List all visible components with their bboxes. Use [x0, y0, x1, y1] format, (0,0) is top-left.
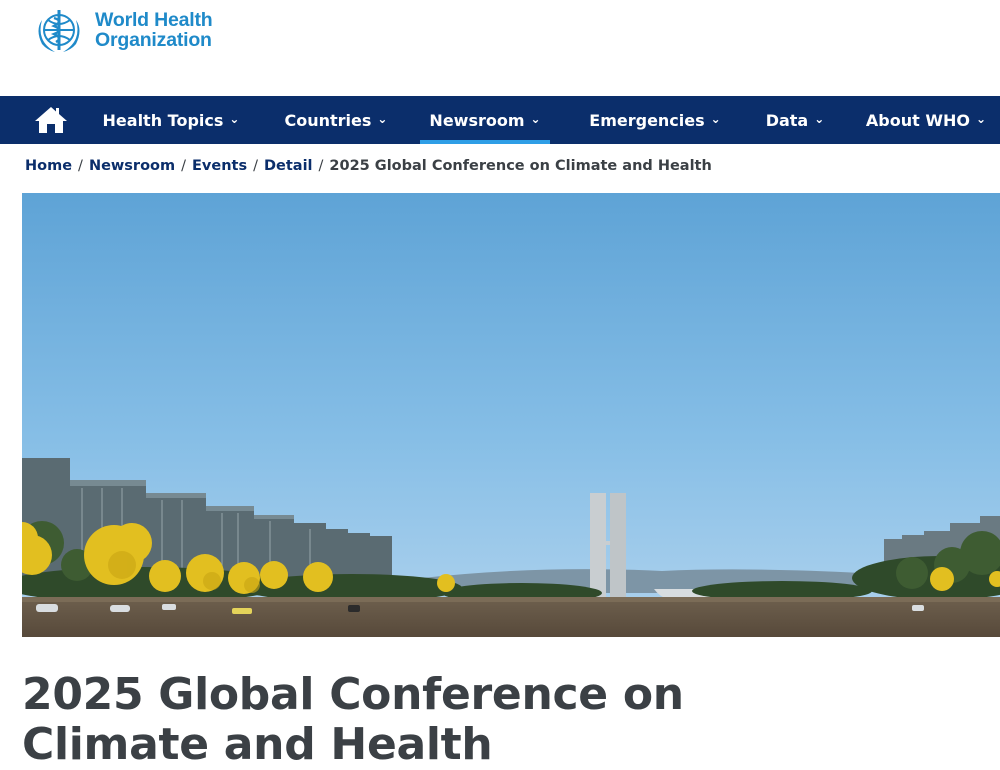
brasilia-esplanada-photo — [22, 193, 1000, 637]
breadcrumb-home[interactable]: Home — [25, 158, 72, 174]
nav-label: Countries — [284, 110, 372, 130]
breadcrumb-current: 2025 Global Conference on Climate and He… — [329, 158, 712, 174]
who-emblem-icon — [38, 10, 80, 52]
chevron-down-icon: ⌄ — [710, 112, 721, 126]
nav-health-topics[interactable]: Health Topics ⌄ — [98, 96, 244, 144]
nav-label: About WHO — [865, 110, 970, 130]
hero-image — [22, 193, 1000, 637]
nav-data[interactable]: Data ⌄ — [758, 96, 832, 144]
breadcrumb-separator: / — [78, 158, 83, 174]
chevron-down-icon: ⌄ — [377, 112, 388, 126]
home-icon — [35, 107, 67, 133]
breadcrumb-detail[interactable]: Detail — [264, 158, 313, 174]
site-header: World Health Organization — [0, 0, 1000, 96]
nav-about-who[interactable]: About WHO ⌄ — [862, 96, 990, 144]
nav-emergencies[interactable]: Emergencies ⌄ — [584, 96, 726, 144]
page-title: 2025 Global Conference on Climate and He… — [22, 669, 684, 770]
nav-label: Newsroom — [429, 110, 525, 130]
chevron-down-icon: ⌄ — [976, 112, 987, 126]
logo-line-2: Organization — [95, 29, 212, 51]
breadcrumb-separator: / — [253, 158, 258, 174]
nav-newsroom[interactable]: Newsroom ⌄ — [420, 96, 550, 144]
chevron-down-icon: ⌄ — [814, 112, 825, 126]
breadcrumb-events[interactable]: Events — [192, 158, 247, 174]
chevron-down-icon: ⌄ — [530, 112, 541, 126]
breadcrumb-newsroom[interactable]: Newsroom — [89, 158, 175, 174]
logo-line-1: World Health — [95, 9, 213, 31]
breadcrumb: Home / Newsroom / Events / Detail / 2025… — [25, 158, 712, 174]
nav-label: Emergencies — [589, 110, 705, 130]
who-wordmark: World Health Organization — [95, 10, 213, 50]
nav-label: Health Topics — [102, 110, 224, 130]
main-nav: Health Topics ⌄ Countries ⌄ Newsroom ⌄ E… — [0, 96, 1000, 144]
nav-countries[interactable]: Countries ⌄ — [280, 96, 392, 144]
breadcrumb-separator: / — [318, 158, 324, 174]
nav-label: Data — [765, 110, 809, 130]
who-logo-link[interactable]: World Health Organization — [30, 4, 213, 56]
home-button[interactable] — [33, 105, 69, 135]
breadcrumb-separator: / — [181, 158, 187, 174]
chevron-down-icon: ⌄ — [229, 112, 240, 126]
